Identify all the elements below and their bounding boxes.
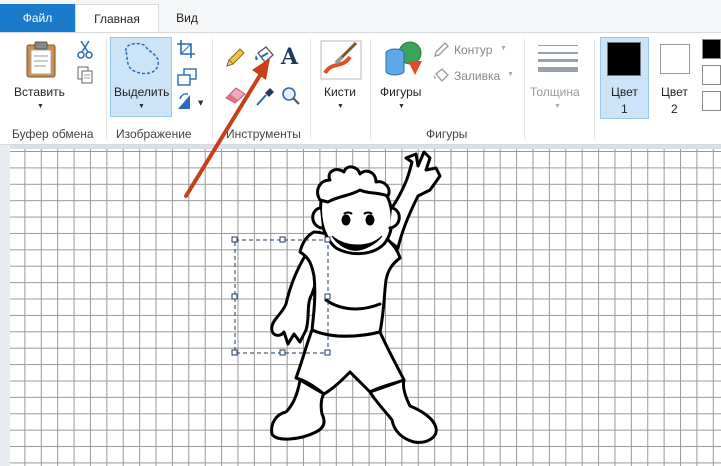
fill-bucket-icon[interactable] (252, 45, 276, 72)
select-dropdown-icon[interactable]: ▼ (138, 103, 145, 110)
shapes-icon[interactable] (382, 39, 426, 84)
palette-swatch-white[interactable] (702, 65, 721, 85)
free-form-select-icon[interactable] (120, 41, 162, 82)
group-divider (594, 39, 595, 139)
tab-view[interactable]: Вид (162, 4, 212, 32)
fill-button[interactable]: Заливка (454, 69, 500, 83)
paste-icon[interactable] (22, 39, 62, 82)
fill-icon[interactable] (432, 67, 450, 88)
rotate-icon[interactable]: ▼ (176, 91, 206, 114)
magnifier-icon[interactable] (280, 85, 302, 110)
size-dropdown-icon[interactable]: ▼ (554, 103, 561, 110)
brushes-icon[interactable] (320, 39, 362, 84)
shapes-dropdown-icon[interactable]: ▼ (398, 103, 405, 110)
drawing-canvas[interactable] (10, 149, 721, 466)
color1-number: 1 (621, 102, 628, 116)
palette-swatch-black[interactable] (702, 39, 721, 59)
size-icon[interactable] (538, 43, 578, 78)
outline-icon[interactable] (432, 41, 450, 62)
outline-button[interactable]: Контур (454, 43, 492, 57)
shapes-group-label: Фигуры (426, 127, 468, 141)
copy-icon[interactable] (76, 65, 94, 88)
group-divider (212, 39, 213, 139)
resize-icon[interactable] (176, 67, 198, 90)
tools-group-label: Инструменты (226, 127, 301, 141)
tab-home[interactable]: Главная (75, 4, 159, 32)
ribbon: Вставить ▼ Буфер обмена Выделить ▼ ▼ Изо… (0, 32, 721, 145)
select-button[interactable]: Выделить (114, 85, 169, 99)
svg-text:▼: ▼ (198, 99, 204, 107)
cut-icon[interactable] (76, 39, 94, 62)
brushes-dropdown-icon[interactable]: ▼ (337, 103, 344, 110)
fill-dropdown-icon[interactable]: ▼ (507, 71, 514, 78)
color-picker-icon[interactable] (254, 85, 276, 110)
group-divider (524, 39, 525, 139)
image-group-label: Изображение (116, 127, 192, 141)
group-divider (370, 39, 371, 139)
shapes-button[interactable]: Фигуры (380, 85, 421, 99)
size-button[interactable]: Толщина (530, 85, 580, 99)
color1-label: Цвет (611, 85, 638, 99)
outline-dropdown-icon[interactable]: ▼ (500, 45, 507, 52)
palette-swatch-empty[interactable] (702, 91, 721, 111)
tab-file[interactable]: Файл (0, 4, 75, 32)
color2-number: 2 (671, 102, 678, 116)
color2-label[interactable]: Цвет (661, 85, 688, 99)
paste-dropdown-icon[interactable]: ▼ (37, 103, 44, 110)
eraser-icon[interactable] (224, 85, 248, 108)
paste-button[interactable]: Вставить (14, 85, 65, 99)
group-divider (106, 39, 107, 139)
pencil-icon[interactable] (224, 47, 246, 72)
left-panel-edge (0, 145, 10, 466)
clipboard-group-label: Буфер обмена (12, 127, 94, 141)
text-tool-icon[interactable]: A (280, 44, 302, 71)
color1-swatch (607, 42, 641, 76)
brushes-button[interactable]: Кисти (324, 85, 356, 99)
group-divider (310, 39, 311, 139)
crop-icon[interactable] (176, 39, 196, 62)
svg-text:A: A (280, 44, 299, 68)
color2-swatch[interactable] (660, 44, 690, 74)
ribbon-tab-bar: Файл Главная Вид (0, 0, 721, 32)
